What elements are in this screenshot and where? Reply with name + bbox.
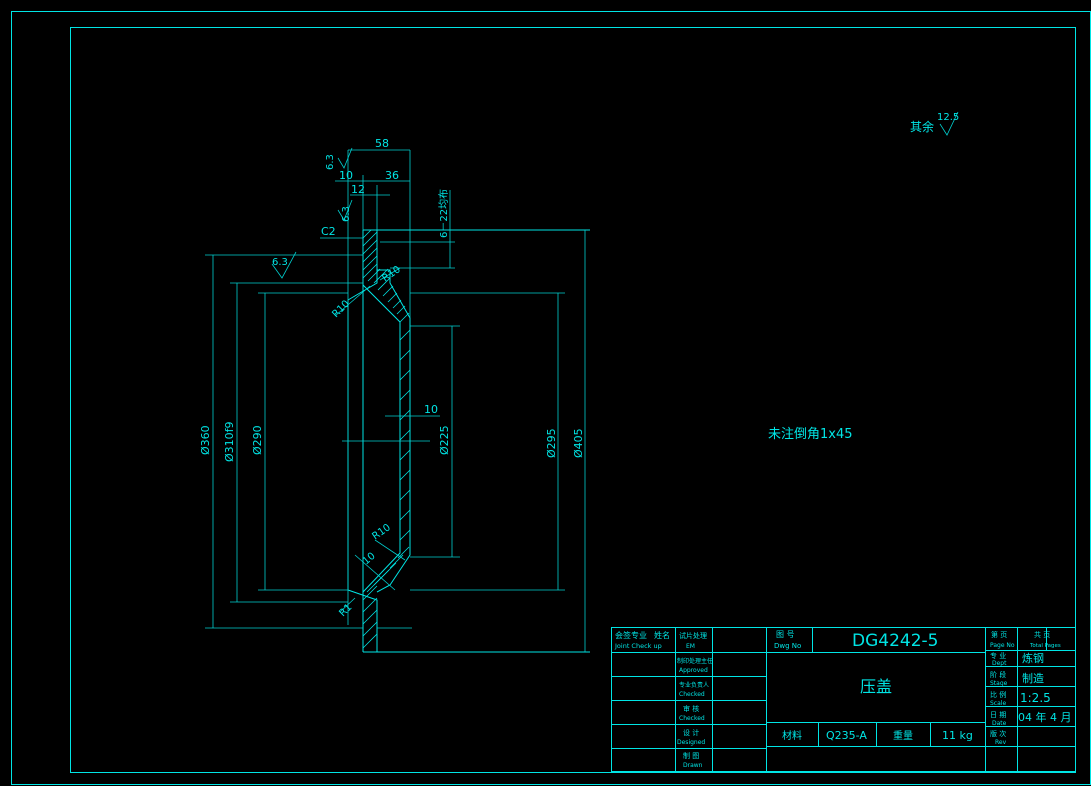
dim-10-thickness: 10 xyxy=(424,403,438,416)
note-rest-label: 其余 xyxy=(910,119,934,134)
tb-row6-cn: 制 图 xyxy=(683,751,699,760)
tb-stage-label-cn: 阶 段 xyxy=(990,670,1006,679)
tb-scale-label-cn: 比 例 xyxy=(990,690,1006,699)
dim-dia-405: Ø405 xyxy=(572,428,585,458)
tb-joint-cn1: 会签专业 xyxy=(615,630,647,640)
tb-joint-en: Joint Check up xyxy=(614,642,662,650)
dim-dia-310: Ø310f9 xyxy=(223,421,236,462)
tb-date-label-en: Date xyxy=(992,720,1007,727)
dim-r10-b: R10 xyxy=(330,298,352,320)
dim-r10-a: R10 xyxy=(380,264,402,284)
tb-stage: 制造 xyxy=(1022,671,1044,685)
tb-dwg-label-en: Dwg No xyxy=(774,642,801,650)
tb-row4-en: Checked xyxy=(679,715,705,722)
tb-row3-en: Checked xyxy=(679,691,705,698)
tb-page-label-cn: 第 页 xyxy=(991,630,1007,639)
tb-date-label-cn: 日 期 xyxy=(990,711,1006,719)
tb-row5-en: Designed xyxy=(677,739,705,746)
dim-r1: R1 xyxy=(337,602,354,619)
tb-weight-label: 重量 xyxy=(893,729,913,742)
dim-10-top: 10 xyxy=(339,169,353,182)
dim-58: 58 xyxy=(375,137,389,150)
roughness-6-3-c: 6.3 xyxy=(272,257,288,268)
tb-total-label-en: Total Pages xyxy=(1029,643,1061,649)
dimension-texts: 58 36 10 12 6.3 6.3 6.3 C2 6－22均布 R10 R1… xyxy=(199,137,585,619)
dim-dia-360: Ø360 xyxy=(199,425,212,455)
note-chamfer: 未注倒角1x45 xyxy=(768,427,853,442)
tb-rev-label-en: Rev xyxy=(995,739,1007,746)
tb-scale-label-en: Scale xyxy=(990,700,1006,707)
tb-page-label-en: Page No xyxy=(990,642,1015,649)
tb-row1-cn: 试片处理 xyxy=(679,631,707,640)
tb-dept-label-cn: 专 业 xyxy=(990,651,1006,660)
dim-12: 12 xyxy=(351,183,365,196)
note-rest-value: 12.5 xyxy=(937,112,959,123)
dim-dia-295: Ø295 xyxy=(545,428,558,458)
roughness-6-3-b: 6.3 xyxy=(341,206,352,222)
dim-36: 36 xyxy=(385,169,399,182)
sheet-border-inner xyxy=(70,27,1076,773)
tb-material: Q235-A xyxy=(826,729,867,742)
dimension-lines xyxy=(205,111,959,652)
tb-material-label: 材料 xyxy=(782,729,802,742)
tb-dept-label-en: Dept xyxy=(992,660,1007,667)
dim-dia-225: Ø225 xyxy=(438,425,451,455)
dim-c2: C2 xyxy=(321,225,336,238)
roughness-6-3-a: 6.3 xyxy=(325,154,336,170)
tb-part-name: 压盖 xyxy=(860,677,892,696)
tb-dwg-no: DG4242-5 xyxy=(852,631,938,651)
tb-date: 04 年 4 月 xyxy=(1018,710,1072,724)
tb-rev-label-cn: 版 次 xyxy=(990,729,1006,738)
tb-row3-cn: 专业负责人 xyxy=(679,681,709,689)
tb-row2-en: Approved xyxy=(679,667,708,674)
tb-dwg-label-cn: 图 号 xyxy=(776,630,795,639)
tb-row5-cn: 设 计 xyxy=(683,728,699,737)
tb-stage-label-en: Stage xyxy=(990,680,1008,687)
tb-row2-cn: 制印处理主任 xyxy=(677,657,713,665)
dim-holes: 6－22均布 xyxy=(438,189,450,238)
tb-total-label-cn: 共 页 xyxy=(1034,630,1050,639)
dim-r10-c: R10 xyxy=(370,522,392,542)
cad-drawing: 58 36 10 12 6.3 6.3 6.3 C2 6－22均布 R10 R1… xyxy=(11,11,1091,785)
tb-joint-cn2: 姓名 xyxy=(654,630,670,640)
tb-scale: 1:2.5 xyxy=(1020,691,1051,705)
tb-row6-en: Drawn xyxy=(683,762,703,769)
dim-dia-290: Ø290 xyxy=(251,425,264,455)
tb-row1-en: EM xyxy=(686,643,695,650)
tb-weight: 11 kg xyxy=(942,729,973,742)
tb-row4-cn: 审 核 xyxy=(683,704,699,713)
tb-dept: 炼钢 xyxy=(1022,651,1044,665)
